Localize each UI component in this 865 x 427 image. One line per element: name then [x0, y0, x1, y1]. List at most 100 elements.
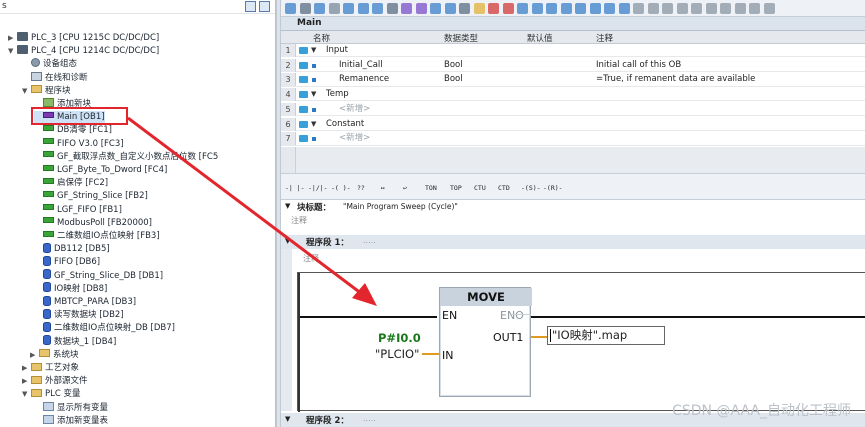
toolbar-icon[interactable]	[734, 3, 746, 14]
tree-item[interactable]: 数据块_1 [DB4]	[34, 335, 116, 349]
toolbar-icon[interactable]	[343, 3, 354, 14]
cell-name[interactable]: Input	[326, 44, 348, 57]
lad-instruction-button[interactable]: TON	[425, 182, 437, 194]
tree-item[interactable]: ▶ 系统块	[30, 349, 79, 362]
tree-item[interactable]: GF_String_Slice [FB2]	[34, 190, 148, 203]
toolbar-icon[interactable]	[531, 3, 543, 14]
toolbar-icon[interactable]	[517, 3, 528, 14]
toolbar-icon[interactable]	[386, 3, 398, 14]
cell-comment[interactable]: =True, if remanent data are available	[596, 73, 755, 86]
collapse-icon[interactable]: ▼	[285, 202, 290, 210]
toolbar-icon[interactable]	[401, 3, 412, 14]
tree-item[interactable]: IO映射 [DB8]	[34, 282, 107, 296]
tree-view-button[interactable]	[245, 1, 256, 12]
tree-item[interactable]: DB112 [DB5]	[34, 242, 110, 256]
network-2-title-placeholder[interactable]: .....	[363, 414, 376, 423]
toolbar-icon[interactable]	[720, 3, 731, 14]
tree-item[interactable]: ModbusPoll [FB20000]	[34, 217, 152, 230]
tree-item[interactable]: ▼ PLC 变量	[22, 388, 81, 401]
network-1-header[interactable]: ▼ 程序段 1： .....	[281, 235, 865, 249]
toolbar-icon[interactable]	[589, 3, 601, 14]
tree-item[interactable]: LGF_Byte_To_Dword [FC4]	[34, 164, 167, 177]
toolbar-icon[interactable]	[749, 3, 760, 14]
interface-row[interactable]: 5 <新增>	[281, 102, 865, 117]
toolbar-icon[interactable]	[502, 3, 514, 14]
toolbar-icon[interactable]	[430, 3, 441, 14]
tree-item[interactable]: MBTCP_PARA [DB3]	[34, 295, 136, 309]
lad-instruction-button[interactable]: -( )-	[331, 182, 351, 194]
tree-options-button[interactable]	[259, 1, 270, 12]
toolbar-icon[interactable]	[575, 3, 586, 14]
lad-instruction-button[interactable]: ↦	[381, 182, 385, 194]
cell-name[interactable]: Constant	[326, 118, 364, 131]
toolbar-icon[interactable]	[691, 3, 702, 14]
interface-row[interactable]: 2 Initial_Call Bool Initial call of this OB	[281, 58, 865, 73]
expand-arrow-icon[interactable]: ▶	[30, 349, 39, 362]
tree-item[interactable]: 添加新变量表	[34, 414, 108, 427]
toolbar-icon[interactable]	[662, 3, 673, 14]
toolbar-icon[interactable]	[299, 3, 311, 14]
collapse-icon[interactable]: ▼	[311, 44, 316, 57]
toolbar-icon[interactable]	[357, 3, 369, 14]
toolbar-icon[interactable]	[285, 3, 296, 14]
lad-instruction-button[interactable]: ??	[357, 182, 365, 194]
toolbar-icon[interactable]	[763, 3, 775, 14]
lad-instruction-button[interactable]: -(R)-	[543, 182, 563, 194]
toolbar-icon[interactable]	[560, 3, 572, 14]
toolbar-icon[interactable]	[705, 3, 717, 14]
toolbar-icon[interactable]	[604, 3, 615, 14]
lad-instruction-button[interactable]: -(S)-	[521, 182, 541, 194]
tree-item[interactable]: 显示所有变量	[34, 401, 108, 415]
toolbar-icon[interactable]	[676, 3, 688, 14]
interface-row[interactable]: 1 ▼ Input	[281, 44, 865, 58]
toolbar-icon[interactable]	[415, 3, 427, 14]
lad-instruction-button[interactable]: -|/|-	[308, 182, 328, 194]
tree-item[interactable]: ▶ 工艺对象	[22, 362, 79, 375]
toolbar-icon[interactable]	[647, 3, 659, 14]
tree-item[interactable]: 设备组态	[22, 58, 77, 71]
toolbar-icon[interactable]	[546, 3, 557, 14]
toolbar-icon[interactable]	[618, 3, 630, 14]
cell-datatype[interactable]: Bool	[444, 73, 463, 86]
cell-name[interactable]: Remanence	[339, 73, 389, 86]
expand-arrow-icon[interactable]: ▼	[8, 45, 17, 58]
lad-instruction-button[interactable]: CTD	[498, 182, 510, 194]
toolbar-icon[interactable]	[473, 3, 485, 14]
lad-instruction-button[interactable]: -| |-	[285, 182, 305, 194]
tree-item[interactable]: 二维数组IO点位映射_DB [DB7]	[34, 321, 175, 335]
move-instruction-box[interactable]: MOVE EN ENO OUT1 IN	[439, 287, 532, 397]
tree-item[interactable]: DB清零 [FC1]	[34, 124, 112, 137]
interface-row[interactable]: 6 ▼ Constant	[281, 117, 865, 131]
tree-item[interactable]: GF_String_Slice_DB [DB1]	[34, 269, 163, 283]
tree-item[interactable]: GF_截取浮点数_自定义小数点后位数 [FC5	[34, 151, 218, 164]
expand-arrow-icon[interactable]: ▼	[22, 388, 31, 401]
network-2-collapse-icon[interactable]: ▼	[285, 415, 290, 423]
expand-arrow-icon[interactable]: ▶	[8, 32, 17, 45]
network-1-title-placeholder[interactable]: .....	[363, 236, 376, 245]
toolbar-icon[interactable]	[488, 3, 499, 14]
tree-item[interactable]: 二维数组IO点位映射 [FB3]	[34, 230, 160, 243]
expand-arrow-icon[interactable]: ▶	[22, 362, 31, 375]
toolbar-icon[interactable]	[444, 3, 456, 14]
cell-name[interactable]: Temp	[326, 88, 349, 101]
collapse-icon[interactable]: ▼	[311, 118, 316, 131]
cell-name[interactable]: <新增>	[339, 103, 370, 116]
block-title-value[interactable]: "Main Program Sweep (Cycle)"	[343, 202, 458, 211]
tree-item[interactable]: FIFO [DB6]	[34, 255, 100, 269]
toolbar-icon[interactable]	[459, 3, 470, 14]
network-1-comment[interactable]: 注释	[303, 253, 319, 264]
interface-row[interactable]: 3 Remanence Bool =True, if remanent data ar…	[281, 73, 865, 87]
cell-name[interactable]: <新增>	[339, 132, 370, 145]
tree-item[interactable]: ▶ PLC_3 [CPU 1215C DC/DC/DC]	[8, 32, 159, 45]
tree-item[interactable]: 在线和诊断	[22, 71, 88, 85]
collapse-icon[interactable]: ▼	[311, 88, 316, 101]
tree-item[interactable]: 读写数据块 [DB2]	[34, 308, 124, 322]
tree-item[interactable]: ▶ 外部源文件	[22, 375, 88, 388]
lad-instruction-button[interactable]: ↩	[403, 182, 407, 194]
lad-instruction-button[interactable]: TOP	[450, 182, 462, 194]
cell-datatype[interactable]: Bool	[444, 59, 463, 72]
cell-comment[interactable]: Initial call of this OB	[596, 59, 681, 72]
cell-name[interactable]: Initial_Call	[339, 59, 383, 72]
toolbar-icon[interactable]	[633, 3, 644, 14]
tree-item[interactable]: FIFO V3.0 [FC3]	[34, 138, 124, 151]
